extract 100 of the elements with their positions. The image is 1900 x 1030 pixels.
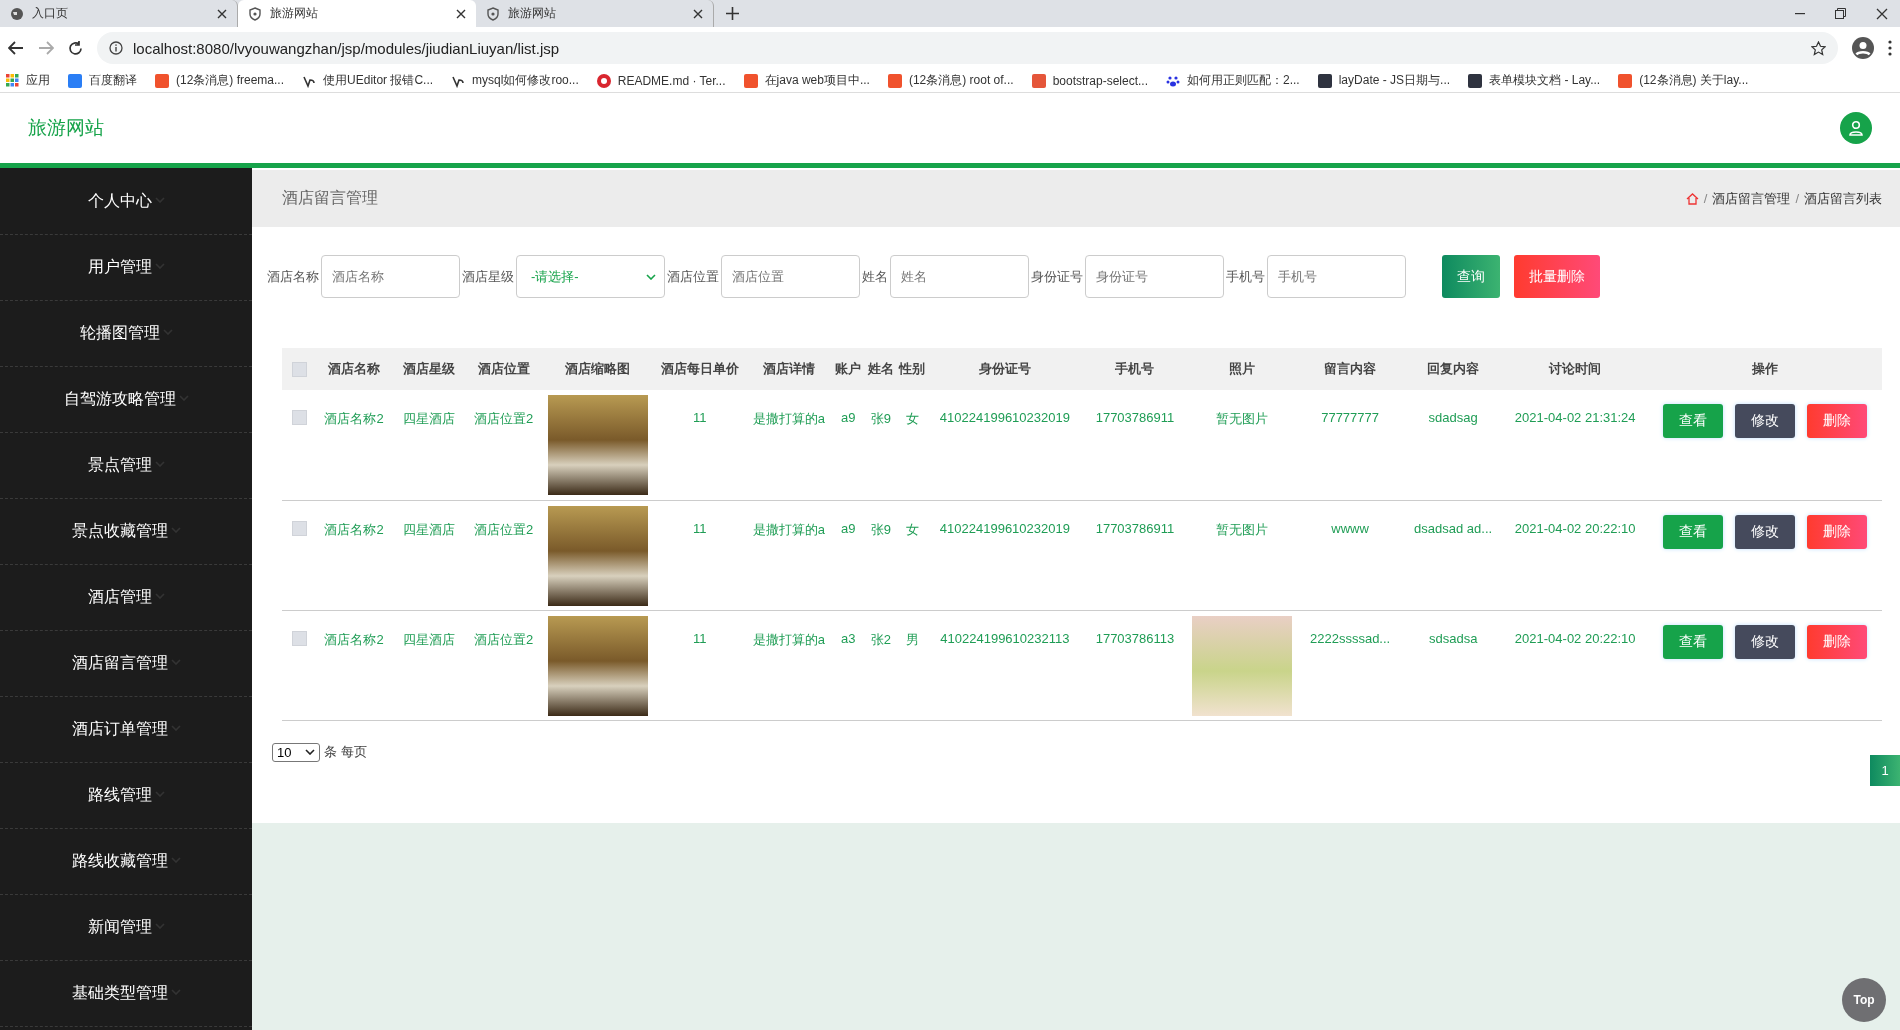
globe-icon [10,6,24,21]
select-all-checkbox[interactable] [292,361,307,377]
bookmark-link[interactable]: 使用UEditor 报错C... [323,72,434,89]
page-size-label: 条 每页 [324,743,367,761]
row-checkbox[interactable] [292,630,307,646]
bookmark-link[interactable]: 百度翻译 [89,72,137,89]
caret-icon [170,856,181,863]
table-cell: sdadsag [1403,390,1503,500]
table-cell: wwww [1296,500,1404,610]
sidebar-item[interactable]: 用户管理 [0,235,252,301]
star-icon[interactable] [1811,40,1826,56]
caret-icon [154,262,165,269]
site-title: 旅游网站 [28,116,104,140]
browser-tab[interactable]: 旅游网站 [238,0,476,27]
close-icon[interactable] [456,8,466,19]
bookmark-link[interactable]: (12条消息) freema... [176,72,285,89]
bookmark-link[interactable]: 表单模块文档 - Lay... [1489,72,1601,89]
table-cell: 张9 [864,390,898,500]
menu-icon[interactable] [1888,40,1892,56]
table-cell: 11 [654,610,746,720]
search-field[interactable]: 身份证号 [1085,255,1224,298]
table-cell: 是撒打算的a [745,390,833,500]
column-header: 留言内容 [1296,348,1404,390]
minimize-icon[interactable] [1795,12,1805,15]
column-header: 身份证号 [927,348,1083,390]
caret-icon [162,328,173,335]
breadcrumb-link[interactable]: 酒店留言管理 [1712,189,1791,208]
caret-icon [646,273,656,280]
bookmark-link[interactable]: (12条消息) root of... [908,72,1014,89]
field-label: 手机号 [1226,267,1265,286]
reload-icon[interactable] [68,40,83,56]
bookmark-link[interactable]: 在java web项目中... [764,72,870,89]
sidebar-item[interactable]: 自驾游攻略管理 [0,367,252,433]
bookmark-link[interactable]: layDate - JS日期与... [1338,72,1451,89]
search-field[interactable]: 酒店名称 [321,255,460,298]
query-button[interactable]: 查询 [1442,255,1500,298]
bookmark-link[interactable]: (12条消息) 关于lay... [1639,72,1749,89]
table-cell: 2222ssssad... [1296,610,1404,720]
column-header: 账户 [832,348,865,390]
table-cell: 四星酒店 [391,500,467,610]
close-icon[interactable] [1876,7,1888,20]
close-icon[interactable] [217,8,227,19]
profile-icon[interactable] [1852,37,1874,59]
new-tab-icon[interactable] [726,7,739,20]
field-label: 身份证号 [1031,267,1083,286]
breadcrumb-separator: / [1703,191,1708,206]
caret-icon [154,196,165,203]
column-header: 酒店每日单价 [654,348,746,390]
column-header: 性别 [897,348,928,390]
user-avatar[interactable] [1840,112,1872,144]
edit-button[interactable]: 修改 [1734,624,1795,659]
caret-icon [154,790,165,797]
caret-icon [154,592,165,599]
search-field[interactable]: 姓名 [890,255,1029,298]
table-cell: 酒店位置2 [466,390,542,500]
column-header: 讨论时间 [1502,348,1648,390]
sidebar-item[interactable]: 景点管理 [0,433,252,499]
caret-icon [154,922,165,929]
edit-button[interactable]: 修改 [1734,404,1795,438]
bookmark-link[interactable]: README.md · Ter... [617,73,726,88]
row-checkbox[interactable] [292,410,307,425]
caret-icon [170,526,181,533]
page-size-select[interactable]: 10 [272,742,320,762]
table-cell: 酒店位置2 [466,610,542,720]
table-cell: 四星酒店 [391,610,467,720]
column-header: 回复内容 [1403,348,1503,390]
sidebar-item[interactable]: 景点收藏管理 [0,499,252,565]
sidebar-item[interactable]: 酒店管理 [0,565,252,631]
bookmark-link[interactable]: mysql如何修改roo... [472,72,579,89]
table-cell: a9 [832,500,865,610]
field-label: 酒店星级 [462,267,514,286]
table-cell: 410224199610232019 [927,500,1083,610]
sidebar-item[interactable]: 轮播图管理 [0,301,252,367]
caret-icon [178,394,189,401]
breadcrumb-link[interactable]: 酒店留言列表 [1804,189,1882,208]
table-cell: 17703786911 [1082,500,1188,610]
bookmark-link[interactable]: 应用 [26,72,50,89]
back-arrow-icon[interactable] [8,41,24,55]
column-header: 姓名 [864,348,898,390]
bookmark-link[interactable]: bootstrap-select... [1052,73,1148,88]
edit-button[interactable]: 修改 [1734,514,1795,549]
search-field[interactable]: 酒店位置 [721,255,860,298]
table-cell: 11 [654,500,746,610]
sidebar-item[interactable]: 酒店订单管理 [0,697,252,763]
caret-icon [305,749,315,755]
apps-grid-icon [6,74,19,87]
home-icon[interactable] [1685,192,1699,205]
close-icon[interactable] [693,8,703,19]
sidebar-item[interactable]: 路线管理 [0,763,252,829]
row-checkbox[interactable] [292,520,307,536]
sidebar-item[interactable]: 酒店留言管理 [0,631,252,697]
table-cell: sdsadsa [1403,610,1503,720]
search-field[interactable]: 手机号 [1267,255,1406,298]
field-label: 酒店位置 [667,267,719,286]
table-cell: 酒店名称2 [317,500,392,610]
bookmark-link[interactable]: 如何用正则匹配：2... [1187,72,1300,89]
photo-cell: 暂无图片 [1187,390,1297,500]
address-bar[interactable]: localhost:8080/lvyouwangzhan/jsp/modules/jiudianLiuyan/list.jsp [97,32,1838,64]
restore-icon[interactable] [1835,8,1846,19]
table-cell: 酒店位置2 [466,500,542,610]
